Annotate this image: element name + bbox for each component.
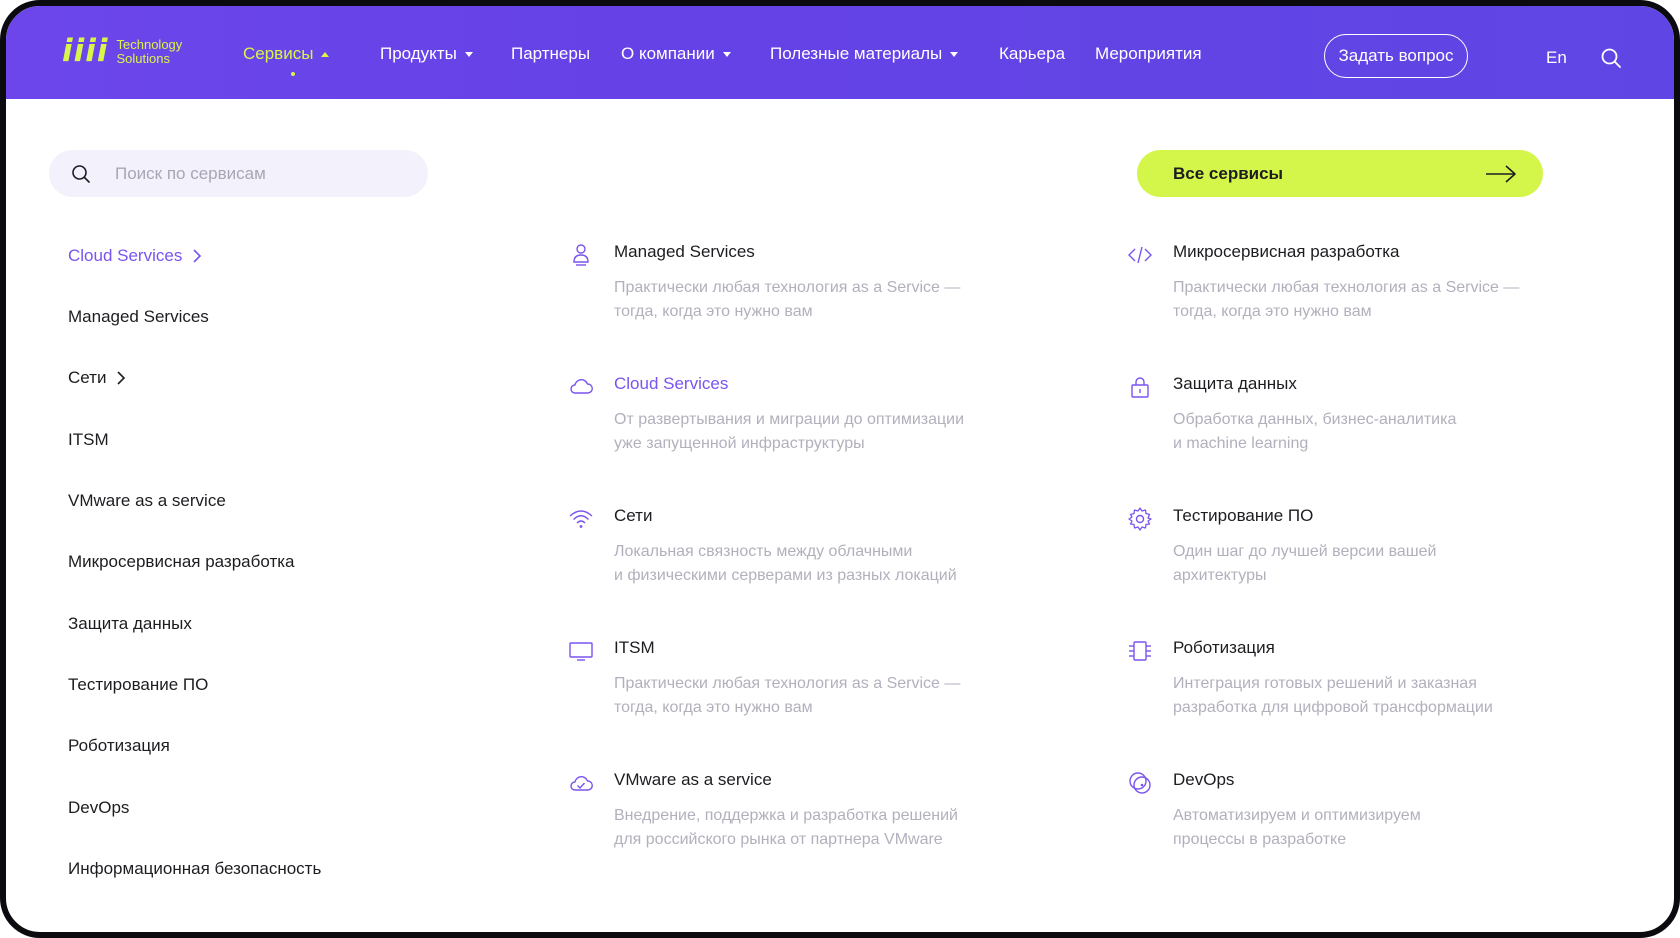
all-services-label: Все сервисы [1173,163,1284,183]
nav-item-partners[interactable]: Партнеры [511,44,590,64]
nav-item-career[interactable]: Карьера [999,44,1065,64]
sidebar-item-itsm[interactable]: ITSM [68,430,109,450]
nav-item-materials[interactable]: Полезные материалы [770,44,959,64]
service-card-title[interactable]: Тестирование ПО [1173,506,1313,526]
nav-item-label: Партнеры [511,44,591,63]
sidebar-item-label: ITSM [68,430,109,449]
service-card-description: Один шаг до лучшей версии вашей архитект… [1173,543,1437,584]
monitor-icon [569,642,593,661]
sidebar-item-label: Микросервисная разработка [68,552,295,571]
search-icon [72,164,90,183]
sidebar-item-label: Cloud Services [68,246,183,265]
gear-icon [1128,507,1152,531]
service-card-title[interactable]: Роботизация [1173,638,1275,658]
service-card-description: Интеграция готовых решений и заказная ра… [1173,675,1493,716]
sidebar-item-data-protection[interactable]: Защита данных [68,614,192,634]
sidebar-item-label: VMware as a service [68,491,226,510]
cloud-check-icon [570,776,593,791]
browser-frame: iiii Technology Solutions Сервисы Продук… [0,0,1680,938]
sidebar-item-devops[interactable]: DevOps [68,798,129,818]
nav-item-label: Продукты [380,44,457,63]
sidebar-item-robotization[interactable]: Роботизация [68,736,170,756]
service-card-title[interactable]: Managed Services [614,242,755,262]
service-card-description: Автоматизируем и оптимизируем процессы в… [1173,807,1421,848]
lock-icon [1131,377,1149,398]
nav-item-label: Мероприятия [1095,44,1202,63]
nav-item-label: Сервисы [243,44,314,63]
nav-item-services[interactable]: Сервисы [243,44,330,64]
caret-down-icon [950,52,959,57]
sidebar-item-managed-services[interactable]: Managed Services [68,307,209,327]
sidebar-item-testing[interactable]: Тестирование ПО [68,675,208,695]
service-card-title[interactable]: Сети [614,506,652,526]
nav-item-events[interactable]: Мероприятия [1095,44,1202,64]
sidebar-item-cloud-services[interactable]: Cloud Services [68,246,202,266]
ask-question-button[interactable]: Задать вопрос [1324,34,1468,78]
sidebar-item-label: Сети [68,368,107,387]
service-card-title[interactable]: Cloud Services [614,374,728,394]
wifi-icon [569,510,593,528]
chevron-right-icon [117,371,126,385]
sidebar-item-label: Информационная безопасность [68,859,322,878]
chevron-right-icon [193,249,202,263]
services-search-input[interactable] [113,162,407,185]
cloud-icon [570,379,593,394]
service-card-description: Практически любая технология as a Servic… [1173,279,1520,320]
service-card-description: Практически любая технология as a Servic… [614,675,961,716]
service-card-title[interactable]: ITSM [614,638,655,658]
sidebar-item-infosec[interactable]: Информационная безопасность [68,859,321,879]
service-card-description: Практически любая технология as a Servic… [614,279,961,320]
nav-item-label: Карьера [999,44,1066,63]
service-card-title[interactable]: DevOps [1173,770,1234,790]
nav-item-label: О компании [621,44,715,63]
services-search-field[interactable] [49,150,428,197]
code-icon [1128,246,1152,264]
sidebar-item-networks[interactable]: Сети [68,368,126,388]
person-icon [573,244,589,266]
sidebar-item-microservices[interactable]: Микросервисная разработка [68,552,295,572]
sidebar-item-label: Тестирование ПО [68,675,209,694]
service-card-title[interactable]: Защита данных [1173,374,1297,394]
service-card-description: Обработка данных, бизнес-аналитика и mac… [1173,411,1457,452]
sidebar-item-label: Защита данных [68,614,192,633]
active-indicator-dot [291,72,295,76]
top-navigation-bar: iiii Technology Solutions Сервисы Продук… [6,6,1674,99]
service-card-title[interactable]: Микросервисная разработка [1173,242,1400,262]
chip-icon [1129,641,1151,661]
service-card-description: Внедрение, поддержка и разработка решени… [614,807,958,848]
nav-item-about[interactable]: О компании [621,44,731,64]
service-card-description: Локальная связность между облачными и фи… [614,543,957,584]
nav-item-products[interactable]: Продукты [380,44,473,64]
caret-up-icon [321,51,330,57]
search-icon[interactable] [1600,47,1622,69]
service-card-title[interactable]: VMware as a service [614,770,772,790]
arrow-right-icon [1486,164,1516,183]
nav-item-label: Полезные материалы [770,44,943,63]
caret-down-icon [722,52,731,57]
service-card-description: От развертывания и миграции до оптимизац… [614,411,965,452]
sidebar-item-label: DevOps [68,798,130,817]
sidebar-item-label: Managed Services [68,307,209,326]
all-services-button[interactable]: Все сервисы [1137,150,1543,197]
language-switch[interactable]: En [1546,48,1567,68]
caret-down-icon [464,52,473,57]
sidebar-item-label: Роботизация [68,736,170,755]
devops-icon [1129,772,1151,794]
sidebar-item-vmware[interactable]: VMware as a service [68,491,226,511]
